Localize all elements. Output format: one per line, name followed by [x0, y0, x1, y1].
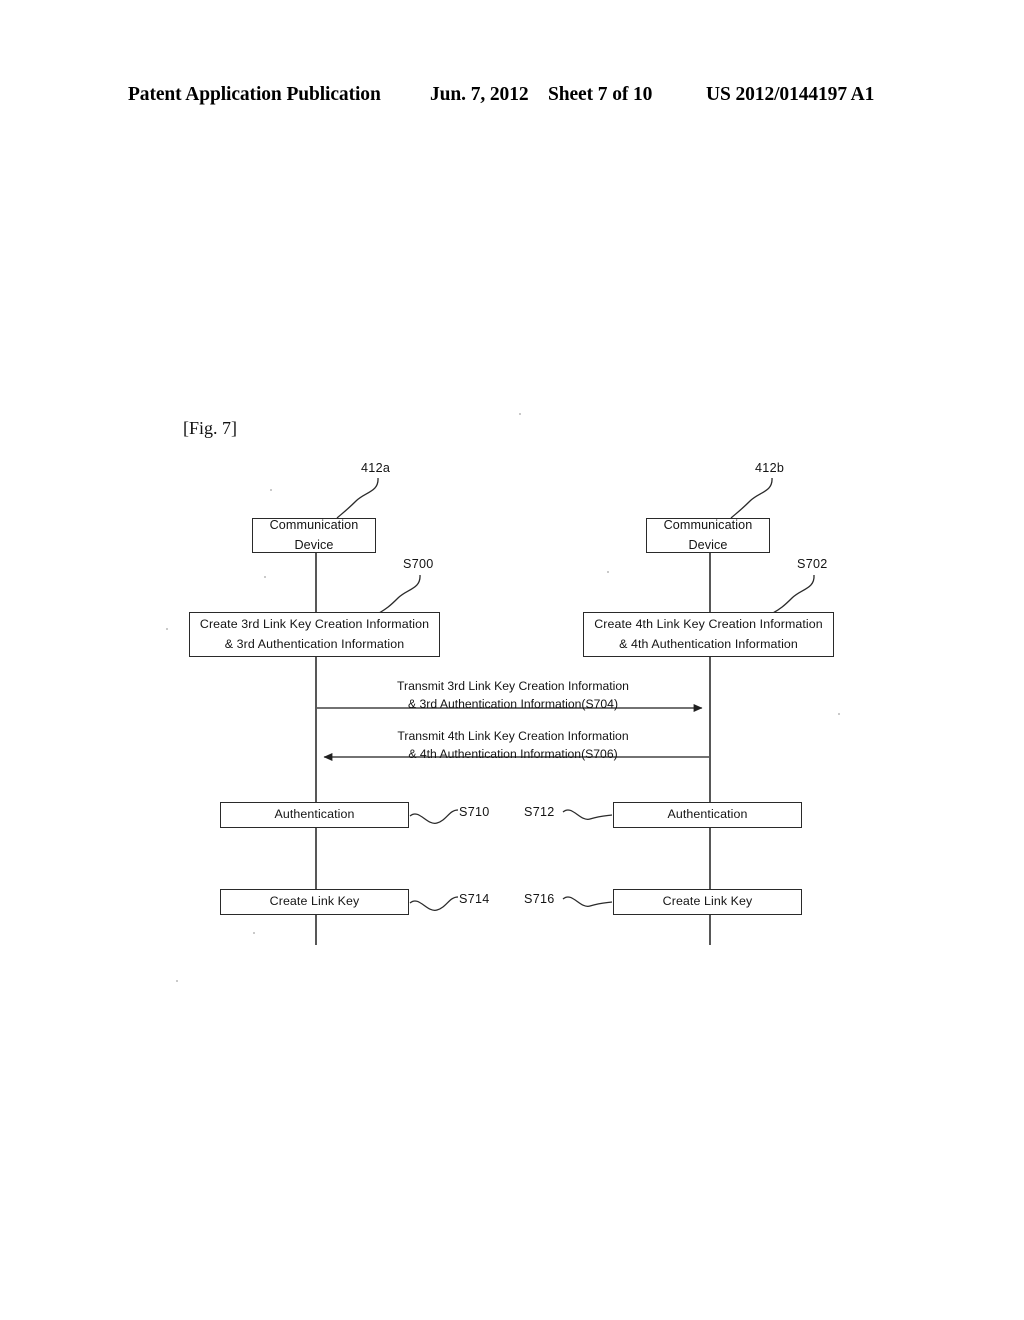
right-device-label-line2: Device	[688, 537, 728, 552]
right-create-info-line1: Create 4th Link Key Creation Information	[594, 617, 823, 632]
right-device-label-line1: Communication	[663, 517, 753, 532]
left-communication-device-box: Communication Device	[252, 518, 376, 553]
leader-s710	[409, 809, 459, 824]
scan-speck	[838, 713, 840, 715]
scan-speck	[166, 628, 168, 630]
step-label-s712: S712	[524, 805, 555, 819]
scan-speck	[176, 980, 178, 982]
page-header: Patent Application Publication Jun. 7, 2…	[0, 84, 1024, 114]
message-s704-line2: & 3rd Authentication Information(S704)	[407, 696, 619, 711]
leader-s714	[409, 896, 459, 911]
step-label-s716: S716	[524, 892, 555, 906]
message-s706-line1: Transmit 4th Link Key Creation Informati…	[397, 729, 629, 743]
right-authentication-label: Authentication	[667, 807, 748, 822]
left-create-link-key-label: Create Link Key	[269, 894, 360, 909]
leader-s716	[562, 896, 613, 907]
leader-s702	[772, 574, 815, 614]
message-label-s706: Transmit 4th Link Key Creation Informati…	[318, 728, 708, 763]
message-s706-line2: & 4th Authentication Information(S706)	[408, 746, 618, 761]
left-create-link-key-box: Create Link Key	[220, 889, 409, 915]
message-s704-line1: Transmit 3rd Link Key Creation Informati…	[397, 679, 629, 693]
right-create-link-key-label: Create Link Key	[662, 894, 753, 909]
ref-numeral-412a: 412a	[361, 461, 391, 475]
right-create-link-key-box: Create Link Key	[613, 889, 802, 915]
scan-speck	[519, 413, 521, 415]
left-create-info-line1: Create 3rd Link Key Creation Information	[199, 617, 430, 632]
header-patent-number: US 2012/0144197 A1	[706, 84, 875, 105]
leader-412b	[730, 477, 773, 519]
header-publication-title: Patent Application Publication	[128, 84, 381, 105]
left-create-info-box: Create 3rd Link Key Creation Information…	[189, 612, 440, 657]
right-create-info-box: Create 4th Link Key Creation Information…	[583, 612, 834, 657]
right-create-info-line2: & 4th Authentication Information	[619, 636, 798, 651]
step-label-s710: S710	[459, 805, 490, 819]
scan-speck	[270, 489, 272, 491]
message-label-s704: Transmit 3rd Link Key Creation Informati…	[318, 678, 708, 713]
step-label-s714: S714	[459, 892, 490, 906]
left-device-label-line2: Device	[294, 537, 334, 552]
right-communication-device-box: Communication Device	[646, 518, 770, 553]
scan-speck	[253, 932, 255, 934]
left-device-label-line1: Communication	[269, 517, 359, 532]
step-label-s702: S702	[797, 557, 828, 571]
leader-s712	[562, 809, 613, 820]
left-authentication-box: Authentication	[220, 802, 409, 828]
sequence-diagram-canvas	[315, 477, 815, 945]
left-authentication-label: Authentication	[274, 807, 355, 822]
step-label-s700: S700	[403, 557, 434, 571]
leader-412a	[336, 477, 379, 519]
scan-speck	[607, 571, 609, 573]
leader-s700	[378, 574, 421, 614]
scan-speck	[264, 576, 266, 578]
right-authentication-box: Authentication	[613, 802, 802, 828]
header-sheet-number: Sheet 7 of 10	[548, 84, 653, 105]
header-date: Jun. 7, 2012	[430, 84, 529, 105]
ref-numeral-412b: 412b	[755, 461, 785, 475]
left-create-info-line2: & 3rd Authentication Information	[224, 636, 405, 651]
figure-label: [Fig. 7]	[183, 418, 237, 438]
